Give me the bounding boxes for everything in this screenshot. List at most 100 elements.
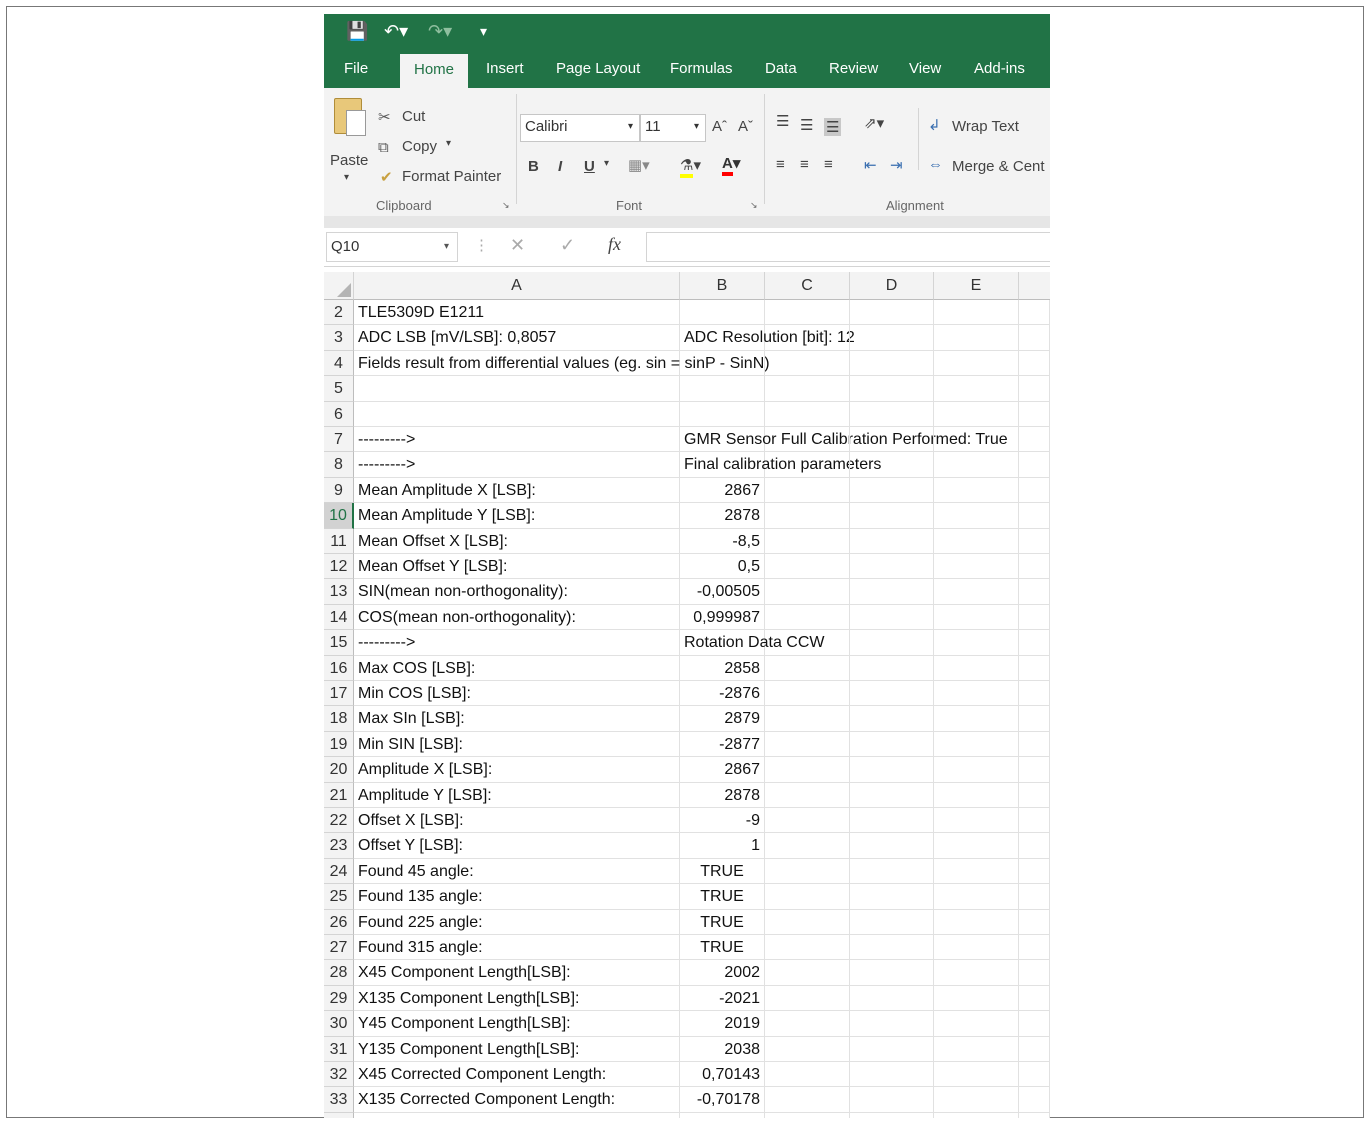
cell-d[interactable] bbox=[850, 1036, 934, 1062]
cell-c[interactable] bbox=[765, 300, 850, 326]
cell-c[interactable] bbox=[765, 681, 850, 707]
copy-dropdown-icon[interactable]: ▾ bbox=[446, 138, 451, 149]
cell-b[interactable]: 2038 bbox=[680, 1036, 765, 1062]
font-size-box[interactable]: 11 ▾ bbox=[640, 114, 706, 142]
cell-a[interactable]: X135 Corrected Component Length: bbox=[354, 1087, 680, 1113]
cell-c[interactable] bbox=[765, 757, 850, 783]
cell-a[interactable]: Min COS [LSB]: bbox=[354, 681, 680, 707]
cell-d[interactable] bbox=[850, 325, 934, 351]
cell-f[interactable] bbox=[1019, 858, 1050, 885]
orientation-icon[interactable]: ⇗▾ bbox=[864, 114, 884, 132]
cell-a[interactable]: Found 315 angle: bbox=[354, 935, 680, 961]
cell-b[interactable] bbox=[680, 376, 765, 402]
merge-center-button[interactable]: Merge & Cent bbox=[952, 158, 1045, 175]
cell-d[interactable] bbox=[850, 630, 934, 656]
cell-c[interactable] bbox=[765, 655, 850, 681]
cell-d[interactable] bbox=[850, 401, 934, 427]
cell-f[interactable] bbox=[1019, 757, 1050, 783]
cell-a[interactable]: Found 135 angle: bbox=[354, 884, 680, 910]
cell-f[interactable] bbox=[1019, 782, 1050, 808]
cell-a[interactable]: Y135 Component Length[LSB]: bbox=[354, 1036, 680, 1062]
cell-d[interactable] bbox=[850, 681, 934, 707]
cell-e[interactable] bbox=[934, 909, 1019, 935]
cell-f[interactable] bbox=[1019, 452, 1050, 478]
cell-c[interactable] bbox=[765, 630, 850, 656]
row-header[interactable]: 7 bbox=[324, 427, 354, 453]
cell-b[interactable]: 2878 bbox=[680, 782, 765, 808]
cell-e[interactable] bbox=[934, 985, 1019, 1012]
cell-e[interactable] bbox=[934, 808, 1019, 834]
cell-b[interactable]: 0,5 bbox=[680, 554, 765, 580]
cell-e[interactable] bbox=[934, 1112, 1019, 1118]
font-launcher-icon[interactable]: ↘ bbox=[750, 200, 758, 211]
row-header[interactable]: 16 bbox=[324, 655, 354, 681]
cell-d[interactable] bbox=[850, 1087, 934, 1113]
cell-d[interactable] bbox=[850, 833, 934, 859]
cell-d[interactable] bbox=[850, 477, 934, 504]
cell-e[interactable] bbox=[934, 1036, 1019, 1062]
row-header[interactable]: 32 bbox=[324, 1062, 354, 1088]
column-header-e[interactable]: E bbox=[934, 272, 1019, 300]
cell-e[interactable] bbox=[934, 782, 1019, 808]
cell-a[interactable]: SIN(mean non-orthogonality): bbox=[354, 579, 680, 605]
copy-button[interactable]: Copy bbox=[402, 138, 437, 155]
row-header[interactable]: 23 bbox=[324, 833, 354, 859]
tab-data[interactable]: Data bbox=[765, 50, 797, 88]
cell-d[interactable] bbox=[850, 528, 934, 554]
cell-d[interactable] bbox=[850, 350, 934, 377]
cell-e[interactable] bbox=[934, 1011, 1019, 1037]
insert-function-icon[interactable]: fx bbox=[608, 234, 621, 255]
cell-c[interactable] bbox=[765, 731, 850, 758]
bold-button[interactable]: B bbox=[528, 158, 539, 175]
paste-button[interactable]: Paste ▾ bbox=[328, 94, 372, 184]
cell-f[interactable] bbox=[1019, 1011, 1050, 1037]
cell-e[interactable] bbox=[934, 300, 1019, 326]
cell-b[interactable]: 0,701181 bbox=[680, 1112, 765, 1118]
cell-b[interactable]: -2877 bbox=[680, 731, 765, 758]
column-header-c[interactable]: C bbox=[765, 272, 850, 300]
row-header[interactable]: 17 bbox=[324, 681, 354, 707]
cell-d[interactable] bbox=[850, 1062, 934, 1088]
tab-review[interactable]: Review bbox=[829, 50, 878, 88]
row-header[interactable]: 2 bbox=[324, 300, 354, 326]
cell-a[interactable] bbox=[354, 401, 680, 427]
cell-a[interactable]: COS(mean non-orthogonality): bbox=[354, 604, 680, 631]
undo-icon[interactable]: ↶▾ bbox=[384, 20, 408, 42]
cell-a[interactable]: X135 Component Length[LSB]: bbox=[354, 985, 680, 1012]
cell-a[interactable]: Mean Amplitude Y [LSB]: bbox=[354, 503, 680, 529]
tab-insert[interactable]: Insert bbox=[486, 50, 524, 88]
tab-file[interactable]: File bbox=[344, 50, 368, 88]
cell-a[interactable]: Y45 Component Length[LSB]: bbox=[354, 1011, 680, 1037]
cell-d[interactable] bbox=[850, 808, 934, 834]
cell-d[interactable] bbox=[850, 452, 934, 478]
cell-f[interactable] bbox=[1019, 808, 1050, 834]
cell-a[interactable]: Amplitude X [LSB]: bbox=[354, 757, 680, 783]
cell-f[interactable] bbox=[1019, 528, 1050, 554]
row-header[interactable]: 20 bbox=[324, 757, 354, 783]
cell-f[interactable] bbox=[1019, 604, 1050, 631]
font-color-icon[interactable]: A▾ bbox=[722, 154, 740, 176]
cell-d[interactable] bbox=[850, 300, 934, 326]
cell-b[interactable]: 0,70143 bbox=[680, 1062, 765, 1088]
cell-a[interactable]: Offset Y [LSB]: bbox=[354, 833, 680, 859]
cell-f[interactable] bbox=[1019, 833, 1050, 859]
cell-f[interactable] bbox=[1019, 1062, 1050, 1088]
cell-c[interactable] bbox=[765, 960, 850, 986]
cell-c[interactable] bbox=[765, 808, 850, 834]
cell-f[interactable] bbox=[1019, 1087, 1050, 1113]
cell-d[interactable] bbox=[850, 579, 934, 605]
middle-align-icon[interactable]: ☰ bbox=[800, 116, 813, 134]
row-header[interactable]: 13 bbox=[324, 579, 354, 605]
cell-f[interactable] bbox=[1019, 325, 1050, 351]
cell-d[interactable] bbox=[850, 960, 934, 986]
cell-a[interactable]: ---------> bbox=[354, 630, 680, 656]
redo-icon[interactable]: ↷▾ bbox=[428, 20, 452, 42]
cell-e[interactable] bbox=[934, 655, 1019, 681]
wrap-text-button[interactable]: Wrap Text bbox=[952, 118, 1019, 135]
cell-e[interactable] bbox=[934, 376, 1019, 402]
row-header[interactable]: 25 bbox=[324, 884, 354, 910]
row-header[interactable]: 6 bbox=[324, 401, 354, 427]
cell-c[interactable] bbox=[765, 554, 850, 580]
row-header[interactable]: 9 bbox=[324, 477, 354, 504]
cell-c[interactable] bbox=[765, 858, 850, 885]
